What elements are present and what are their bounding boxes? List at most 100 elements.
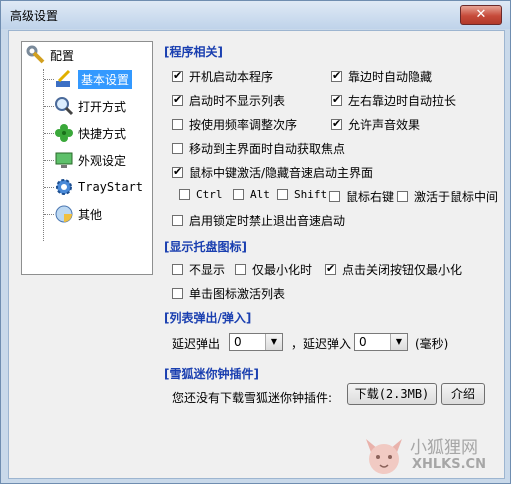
gear-icon [54,177,74,197]
checkbox-label: 单击图标激活列表 [189,287,286,301]
checkbox-box[interactable] [172,119,183,130]
close-button[interactable]: ✕ [460,5,502,25]
clover-icon [54,123,74,143]
checkbox-label: 靠边时自动隐藏 [348,70,433,84]
disc-icon [54,204,74,224]
tree-item-label: 快捷方式 [78,126,127,141]
checkbox-ctrl[interactable]: Ctrl [179,188,223,201]
checkbox-startup[interactable]: 开机启动本程序 [172,68,273,85]
delay-out-select[interactable]: 0 ▼ [229,333,283,351]
checkbox-box[interactable] [172,93,183,106]
wrench-icon [26,45,46,65]
tree-branch [44,133,54,134]
tree-line [43,69,44,241]
section-title-popup: [列表弹出/弹入] [164,311,252,325]
checkbox-box[interactable] [179,189,190,200]
checkbox-label: 按使用频率调整次序 [189,118,298,132]
checkbox-label: 点击关闭按钮仅最小化 [342,263,463,277]
tree-branch [44,79,54,80]
checkbox-edge-hide[interactable]: 靠边时自动隐藏 [331,68,432,85]
checkbox-shift[interactable]: Shift [277,188,327,201]
tree-item-shortcut[interactable]: 快捷方式 [54,122,126,144]
checkbox-label: 激活于鼠标中间 [414,190,499,204]
settings-window: 高级设置 ✕ 配置 基本设置 打开方式 快捷方式 外观设定 TrayStart … [0,0,511,484]
client-area: 配置 基本设置 打开方式 快捷方式 外观设定 TrayStart 其他 [程序相… [8,30,505,479]
checkbox-box[interactable] [397,191,408,202]
checkbox-hide-list[interactable]: 启动时不显示列表 [172,92,285,109]
checkbox-box[interactable] [233,189,244,200]
checkbox-box[interactable] [172,165,183,178]
checkbox-tray-close-min[interactable]: 点击关闭按钮仅最小化 [325,261,462,278]
checkbox-tray-single-click[interactable]: 单击图标激活列表 [172,285,285,302]
tree-branch [44,187,54,188]
checkbox-box[interactable] [331,93,342,106]
checkbox-label: 开机启动本程序 [189,70,274,84]
section-title-plugin: [雪狐迷你钟插件] [164,367,259,381]
checkbox-label: 左右靠边时自动拉长 [348,94,457,108]
download-button[interactable]: 下载(2.3MB) [347,383,437,405]
tree-item-label: 打开方式 [78,99,127,114]
checkbox-label: 启动时不显示列表 [189,94,286,108]
delay-in-select[interactable]: 0 ▼ [354,333,408,351]
chevron-down-icon[interactable]: ▼ [390,334,407,350]
tree-item-open-method[interactable]: 打开方式 [54,95,126,117]
checkbox-label: 鼠标中键激活/隐藏音速启动主界面 [189,166,374,180]
tree-item-traystart[interactable]: TrayStart [54,176,143,198]
checkbox-label: 不显示 [189,263,226,277]
delay-out-label: 延迟弹出 [172,337,221,351]
checkbox-tray-min-only[interactable]: 仅最小化时 [235,261,312,278]
tree-root[interactable]: 配置 [26,44,74,66]
tree-item-basic[interactable]: 基本设置 [54,68,133,90]
chevron-down-icon[interactable]: ▼ [265,334,282,350]
checkbox-label: 启用锁定时禁止退出音速启动 [189,214,346,228]
tree-item-appearance[interactable]: 外观设定 [54,149,126,171]
checkbox-lock-disable[interactable]: 启用锁定时禁止退出音速启动 [172,212,345,229]
window-title: 高级设置 [10,9,59,23]
checkbox-freq-sort[interactable]: 按使用频率调整次序 [172,116,297,133]
section-title-tray: [显示托盘图标] [164,240,247,254]
checkbox-label: Shift [294,188,328,201]
checkbox-middle-click[interactable]: 鼠标中键激活/隐藏音速启动主界面 [172,164,373,181]
delay-in-label: ，延迟弹入 [291,337,352,351]
tree-item-label: 基本设置 [78,69,133,89]
magnifier-icon [54,96,74,116]
checkbox-right-click[interactable]: 鼠标右键 [329,188,394,205]
checkbox-box[interactable] [329,191,340,202]
tree-item-label: 其他 [78,207,103,222]
tree-item-label: TrayStart [78,180,144,194]
checkbox-box[interactable] [172,288,183,299]
watermark-en: XHLKS.CN [412,457,486,472]
checkbox-edge-stretch[interactable]: 左右靠边时自动拉长 [331,92,456,109]
delay-out-value: 0 [234,335,242,349]
checkbox-alt[interactable]: Alt [233,188,270,201]
tree-item-other[interactable]: 其他 [54,203,102,225]
tree-branch [44,106,54,107]
title-bar[interactable]: 高级设置 ✕ [1,1,510,29]
pen-icon [54,69,74,89]
monitor-icon [54,150,74,170]
checkbox-label: 移动到主界面时自动获取焦点 [189,142,346,156]
checkbox-box[interactable] [277,189,288,200]
checkbox-box[interactable] [172,215,183,226]
tree-item-label: 外观设定 [78,153,127,168]
checkbox-box[interactable] [331,117,342,130]
checkbox-box[interactable] [235,264,246,275]
checkbox-auto-focus[interactable]: 移动到主界面时自动获取焦点 [172,140,345,157]
category-tree[interactable]: 配置 基本设置 打开方式 快捷方式 外观设定 TrayStart 其他 [21,41,153,275]
checkbox-sound[interactable]: 允许声音效果 [331,116,420,133]
checkbox-activate-middle[interactable]: 激活于鼠标中间 [397,188,498,205]
checkbox-box[interactable] [172,264,183,275]
checkbox-box[interactable] [325,262,336,275]
checkbox-label: 仅最小化时 [252,263,313,277]
checkbox-box[interactable] [172,69,183,82]
section-title-program: [程序相关] [164,45,223,59]
checkbox-label: Alt [250,188,270,201]
checkbox-tray-hide[interactable]: 不显示 [172,261,225,278]
checkbox-label: 鼠标右键 [346,190,395,204]
delay-unit-label: (毫秒) [415,337,449,351]
checkbox-box[interactable] [331,69,342,82]
checkbox-box[interactable] [172,143,183,154]
plugin-message: 您还没有下载雪狐迷你钟插件: [172,391,333,405]
intro-button[interactable]: 介绍 [441,383,485,405]
fox-logo-icon [366,439,402,474]
